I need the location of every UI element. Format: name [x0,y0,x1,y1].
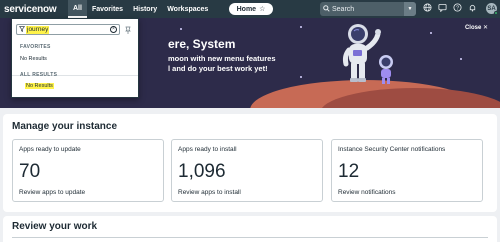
help-icon[interactable]: ? [452,3,462,13]
close-label: Close [464,25,482,31]
globe-icon[interactable] [422,3,432,13]
star-icon[interactable]: ☆ [259,5,265,13]
apps-to-install-card[interactable]: Apps ready to install 1,096 Review apps … [171,139,323,202]
star-decoration [180,28,182,30]
svg-text:?: ? [456,5,459,11]
search-scope-dropdown-icon[interactable]: ▼ [404,2,416,16]
card-title: Instance Security Center notifications [338,146,446,153]
presence-status-icon [494,11,498,15]
review-apps-to-install-link[interactable]: Review apps to install [178,189,241,196]
banner-title: ere, System [168,37,236,51]
card-title: Apps ready to update [19,146,81,153]
favorites-no-results: No Results [20,56,47,62]
star-decoration [460,58,462,60]
avatar[interactable]: SA [486,3,498,15]
nav-tabs: All Favorites History Workspaces [68,0,213,18]
home-label: Home [236,5,257,13]
header-icons: ? [422,3,477,13]
card-value: 70 [19,161,41,182]
search-icon [320,4,332,14]
review-apps-to-update-link[interactable]: Review apps to update [19,189,85,196]
card-value: 1,096 [178,161,226,182]
star-decoration [300,26,302,28]
all-results-section-heading: ALL RESULTS [20,72,58,78]
search-input[interactable]: Search [332,6,354,13]
star-decoration [300,76,302,78]
all-results-no-results: No Results [25,83,54,89]
pin-menu-icon[interactable] [125,26,131,36]
tab-all[interactable]: All [68,0,87,18]
card-value: 12 [338,161,360,182]
global-search[interactable]: Search ▼ [320,2,416,16]
star-decoration [430,32,432,34]
top-navigation: servicenow All Favorites History Workspa… [0,0,500,18]
review-work-content [12,237,488,242]
astronaut-illustration [342,24,393,84]
card-title: Apps ready to install [178,146,237,153]
menu-filter-input[interactable]: journey × [16,24,120,35]
logo-text: servicenow [4,3,57,15]
banner-subtitle-line-1: moon with new menu features [168,54,276,63]
banner-subtitle-line-2: l and do your best work yet! [168,64,268,73]
home-button[interactable]: Home ☆ [229,3,273,15]
filter-value[interactable]: journey [26,25,50,34]
close-icon: ✕ [482,25,488,31]
filter-icon [17,25,26,34]
tab-workspaces[interactable]: Workspaces [162,0,213,18]
close-banner-button[interactable]: Close ✕ [465,24,488,31]
sidebar-chat-icon[interactable] [437,3,447,13]
notifications-icon[interactable] [467,3,477,13]
manage-instance-panel: Manage your instance Apps ready to updat… [3,114,497,212]
clear-icon[interactable]: × [110,26,117,33]
manage-instance-title: Manage your instance [12,121,118,132]
tab-history[interactable]: History [128,0,162,18]
security-notifications-card[interactable]: Instance Security Center notifications 1… [331,139,483,202]
servicenow-logo[interactable]: servicenow [4,4,66,15]
review-work-title: Review your work [12,221,98,232]
all-menu-dropdown: journey × FAVORITES No Results ALL RESUL… [11,18,139,98]
review-work-panel: Review your work [3,216,497,242]
tab-favorites[interactable]: Favorites [87,0,128,18]
review-notifications-link[interactable]: Review notifications [338,189,395,196]
favorites-section-heading: FAVORITES [20,44,51,50]
apps-to-update-card[interactable]: Apps ready to update 70 Review apps to u… [12,139,164,202]
